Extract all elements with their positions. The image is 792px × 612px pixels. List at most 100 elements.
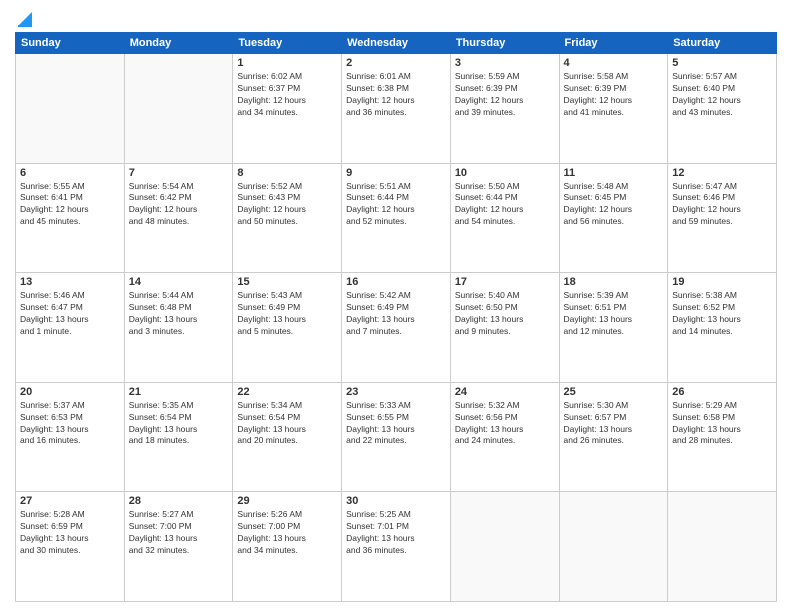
calendar-cell: 2Sunrise: 6:01 AM Sunset: 6:38 PM Daylig… bbox=[342, 54, 451, 164]
day-number: 25 bbox=[564, 386, 664, 398]
calendar-cell: 20 Sunrise: 5:37 AM Sunset: 6:53 PM Dayli… bbox=[16, 382, 125, 492]
day-info: Sunrise: 5:37 AM Sunset: 6:53 PM Dayligh… bbox=[20, 400, 120, 448]
day-info: Sunrise: 5:42 AM Sunset: 6:49 PM Dayligh… bbox=[346, 290, 446, 338]
calendar-cell: 1 Sunrise: 6:02 AM Sunset: 6:37 PM Daylig… bbox=[233, 54, 342, 164]
day-info: Sunrise: 6:01 AM Sunset: 6:38 PM Dayligh… bbox=[346, 71, 446, 119]
day-number: 14 bbox=[129, 276, 229, 288]
day-info: Sunrise: 5:34 AM Sunset: 6:54 PM Dayligh… bbox=[237, 400, 337, 448]
calendar-cell bbox=[124, 54, 233, 164]
day-info: Sunrise: 5:35 AM Sunset: 6:54 PM Dayligh… bbox=[129, 400, 229, 448]
col-header-sunday: Sunday bbox=[16, 33, 125, 54]
calendar-cell: 18 Sunrise: 5:39 AM Sunset: 6:51 PM Dayli… bbox=[559, 273, 668, 383]
day-number: 16 bbox=[346, 276, 446, 288]
calendar-cell: 9 Sunrise: 5:51 AM Sunset: 6:44 PM Daylig… bbox=[342, 163, 451, 273]
calendar-cell: 22Sunrise: 5:34 AM Sunset: 6:54 PM Dayli… bbox=[233, 382, 342, 492]
day-info: Sunrise: 5:43 AM Sunset: 6:49 PM Dayligh… bbox=[237, 290, 337, 338]
calendar-cell: 17 Sunrise: 5:40 AM Sunset: 6:50 PM Dayli… bbox=[450, 273, 559, 383]
day-info: Sunrise: 5:27 AM Sunset: 7:00 PM Dayligh… bbox=[129, 509, 229, 557]
calendar-cell: 26 Sunrise: 5:29 AM Sunset: 6:58 PM Dayli… bbox=[668, 382, 777, 492]
calendar-table: SundayMondayTuesdayWednesdayThursdayFrid… bbox=[15, 32, 777, 602]
calendar-cell bbox=[450, 492, 559, 602]
day-number: 24 bbox=[455, 386, 555, 398]
week-row-1: 1 Sunrise: 6:02 AM Sunset: 6:37 PM Daylig… bbox=[16, 54, 777, 164]
day-info: Sunrise: 5:55 AM Sunset: 6:41 PM Dayligh… bbox=[20, 181, 120, 229]
calendar-cell: 30Sunrise: 5:25 AM Sunset: 7:01 PM Dayli… bbox=[342, 492, 451, 602]
col-header-monday: Monday bbox=[124, 33, 233, 54]
week-row-5: 27 Sunrise: 5:28 AM Sunset: 6:59 PM Dayli… bbox=[16, 492, 777, 602]
logo bbox=[15, 10, 34, 24]
header bbox=[15, 10, 777, 24]
day-info: Sunrise: 5:54 AM Sunset: 6:42 PM Dayligh… bbox=[129, 181, 229, 229]
calendar-cell: 28 Sunrise: 5:27 AM Sunset: 7:00 PM Dayli… bbox=[124, 492, 233, 602]
calendar-cell: 6Sunrise: 5:55 AM Sunset: 6:41 PM Daylig… bbox=[16, 163, 125, 273]
day-number: 10 bbox=[455, 167, 555, 179]
calendar-cell bbox=[559, 492, 668, 602]
day-number: 26 bbox=[672, 386, 772, 398]
calendar-cell: 11 Sunrise: 5:48 AM Sunset: 6:45 PM Dayli… bbox=[559, 163, 668, 273]
day-info: Sunrise: 5:48 AM Sunset: 6:45 PM Dayligh… bbox=[564, 181, 664, 229]
week-row-3: 13 Sunrise: 5:46 AM Sunset: 6:47 PM Dayli… bbox=[16, 273, 777, 383]
calendar-cell: 25Sunrise: 5:30 AM Sunset: 6:57 PM Dayli… bbox=[559, 382, 668, 492]
day-info: Sunrise: 5:47 AM Sunset: 6:46 PM Dayligh… bbox=[672, 181, 772, 229]
calendar-cell: 3 Sunrise: 5:59 AM Sunset: 6:39 PM Daylig… bbox=[450, 54, 559, 164]
calendar-cell: 21 Sunrise: 5:35 AM Sunset: 6:54 PM Dayli… bbox=[124, 382, 233, 492]
col-header-saturday: Saturday bbox=[668, 33, 777, 54]
day-info: Sunrise: 5:39 AM Sunset: 6:51 PM Dayligh… bbox=[564, 290, 664, 338]
calendar-cell: 5 Sunrise: 5:57 AM Sunset: 6:40 PM Daylig… bbox=[668, 54, 777, 164]
calendar-cell: 12 Sunrise: 5:47 AM Sunset: 6:46 PM Dayli… bbox=[668, 163, 777, 273]
day-number: 29 bbox=[237, 495, 337, 507]
calendar-cell bbox=[16, 54, 125, 164]
day-number: 28 bbox=[129, 495, 229, 507]
page: SundayMondayTuesdayWednesdayThursdayFrid… bbox=[0, 0, 792, 612]
day-number: 3 bbox=[455, 57, 555, 69]
calendar-cell: 7 Sunrise: 5:54 AM Sunset: 6:42 PM Daylig… bbox=[124, 163, 233, 273]
day-number: 7 bbox=[129, 167, 229, 179]
day-number: 12 bbox=[672, 167, 772, 179]
calendar-cell bbox=[668, 492, 777, 602]
day-number: 8 bbox=[237, 167, 337, 179]
calendar-cell: 27 Sunrise: 5:28 AM Sunset: 6:59 PM Dayli… bbox=[16, 492, 125, 602]
day-number: 18 bbox=[564, 276, 664, 288]
day-info: Sunrise: 5:51 AM Sunset: 6:44 PM Dayligh… bbox=[346, 181, 446, 229]
calendar-cell: 4Sunrise: 5:58 AM Sunset: 6:39 PM Daylig… bbox=[559, 54, 668, 164]
week-row-4: 20 Sunrise: 5:37 AM Sunset: 6:53 PM Dayli… bbox=[16, 382, 777, 492]
day-number: 17 bbox=[455, 276, 555, 288]
day-number: 23 bbox=[346, 386, 446, 398]
day-info: Sunrise: 5:32 AM Sunset: 6:56 PM Dayligh… bbox=[455, 400, 555, 448]
calendar-cell: 10Sunrise: 5:50 AM Sunset: 6:44 PM Dayli… bbox=[450, 163, 559, 273]
day-number: 15 bbox=[237, 276, 337, 288]
day-info: Sunrise: 5:52 AM Sunset: 6:43 PM Dayligh… bbox=[237, 181, 337, 229]
day-info: Sunrise: 5:44 AM Sunset: 6:48 PM Dayligh… bbox=[129, 290, 229, 338]
day-info: Sunrise: 5:33 AM Sunset: 6:55 PM Dayligh… bbox=[346, 400, 446, 448]
day-number: 9 bbox=[346, 167, 446, 179]
day-number: 11 bbox=[564, 167, 664, 179]
day-info: Sunrise: 5:58 AM Sunset: 6:39 PM Dayligh… bbox=[564, 71, 664, 119]
day-number: 27 bbox=[20, 495, 120, 507]
calendar-cell: 16 Sunrise: 5:42 AM Sunset: 6:49 PM Dayli… bbox=[342, 273, 451, 383]
calendar-cell: 15 Sunrise: 5:43 AM Sunset: 6:49 PM Dayli… bbox=[233, 273, 342, 383]
day-info: Sunrise: 5:28 AM Sunset: 6:59 PM Dayligh… bbox=[20, 509, 120, 557]
col-header-thursday: Thursday bbox=[450, 33, 559, 54]
calendar-header-row: SundayMondayTuesdayWednesdayThursdayFrid… bbox=[16, 33, 777, 54]
calendar-cell: 14 Sunrise: 5:44 AM Sunset: 6:48 PM Dayli… bbox=[124, 273, 233, 383]
day-info: Sunrise: 5:59 AM Sunset: 6:39 PM Dayligh… bbox=[455, 71, 555, 119]
day-info: Sunrise: 5:46 AM Sunset: 6:47 PM Dayligh… bbox=[20, 290, 120, 338]
day-info: Sunrise: 6:02 AM Sunset: 6:37 PM Dayligh… bbox=[237, 71, 337, 119]
day-info: Sunrise: 5:29 AM Sunset: 6:58 PM Dayligh… bbox=[672, 400, 772, 448]
day-info: Sunrise: 5:38 AM Sunset: 6:52 PM Dayligh… bbox=[672, 290, 772, 338]
calendar-cell: 29 Sunrise: 5:26 AM Sunset: 7:00 PM Dayli… bbox=[233, 492, 342, 602]
logo-triangle-icon bbox=[16, 10, 34, 28]
day-number: 13 bbox=[20, 276, 120, 288]
col-header-wednesday: Wednesday bbox=[342, 33, 451, 54]
day-info: Sunrise: 5:26 AM Sunset: 7:00 PM Dayligh… bbox=[237, 509, 337, 557]
day-number: 20 bbox=[20, 386, 120, 398]
col-header-tuesday: Tuesday bbox=[233, 33, 342, 54]
day-number: 21 bbox=[129, 386, 229, 398]
day-info: Sunrise: 5:57 AM Sunset: 6:40 PM Dayligh… bbox=[672, 71, 772, 119]
calendar-cell: 24 Sunrise: 5:32 AM Sunset: 6:56 PM Dayli… bbox=[450, 382, 559, 492]
day-info: Sunrise: 5:40 AM Sunset: 6:50 PM Dayligh… bbox=[455, 290, 555, 338]
day-info: Sunrise: 5:25 AM Sunset: 7:01 PM Dayligh… bbox=[346, 509, 446, 557]
calendar-cell: 8 Sunrise: 5:52 AM Sunset: 6:43 PM Daylig… bbox=[233, 163, 342, 273]
day-number: 5 bbox=[672, 57, 772, 69]
day-number: 1 bbox=[237, 57, 337, 69]
